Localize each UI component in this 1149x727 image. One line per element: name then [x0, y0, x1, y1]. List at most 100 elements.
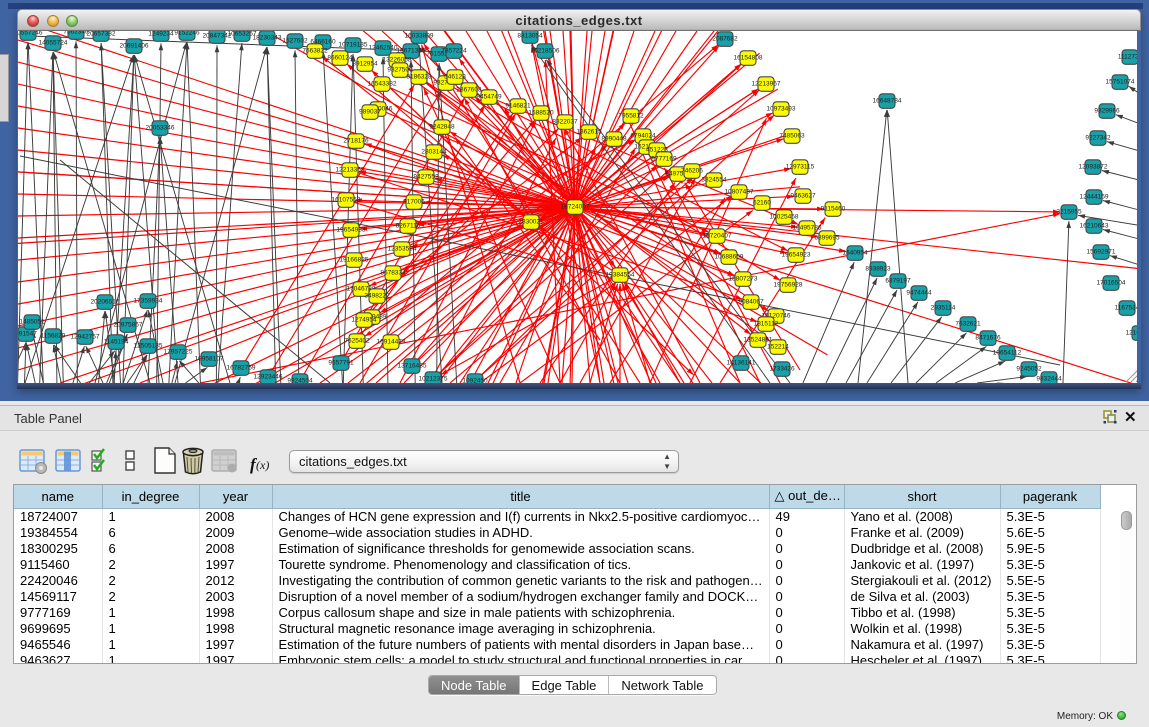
svg-text:8813054: 8813054: [517, 33, 543, 40]
svg-text:14055724: 14055724: [39, 40, 68, 47]
svg-text:20206516: 20206516: [91, 299, 120, 306]
svg-text:1167534: 1167534: [1115, 305, 1137, 312]
svg-text:9777169: 9777169: [651, 156, 677, 163]
svg-text:10958107: 10958107: [195, 356, 224, 363]
svg-text:746206: 746206: [681, 168, 703, 175]
svg-text:62160: 62160: [753, 200, 771, 207]
svg-text:3498222: 3498222: [364, 293, 390, 300]
svg-text:8322037: 8322037: [552, 119, 578, 126]
svg-text:16495786: 16495786: [793, 225, 822, 232]
svg-text:9227342: 9227342: [1085, 135, 1111, 142]
svg-text:10654112: 10654112: [993, 350, 1022, 357]
svg-text:16107553: 16107553: [332, 197, 361, 204]
svg-text:9474444: 9474444: [906, 290, 932, 297]
svg-text:1274954: 1274954: [351, 317, 377, 324]
svg-text:20657382: 20657382: [87, 31, 116, 38]
svg-text:7632621: 7632621: [955, 321, 981, 328]
svg-text:9427552: 9427552: [413, 174, 439, 181]
svg-text:8267110: 8267110: [396, 223, 421, 230]
svg-text:19756928: 19756928: [774, 282, 803, 289]
svg-text:6879197: 6879197: [885, 278, 911, 285]
svg-text:6899695: 6899695: [814, 235, 840, 242]
svg-text:8660124: 8660124: [327, 55, 353, 62]
svg-text:16782759: 16782759: [227, 365, 256, 372]
svg-text:10688609: 10688609: [715, 254, 744, 261]
svg-text:12942757: 12942757: [71, 334, 100, 341]
svg-text:7857224: 7857224: [441, 48, 467, 55]
svg-text:8912954: 8912954: [352, 61, 378, 68]
svg-text:9152246: 9152246: [174, 31, 200, 37]
svg-text:17016504: 17016504: [1097, 280, 1126, 287]
svg-text:10973493: 10973493: [767, 106, 796, 113]
svg-text:12462540: 12462540: [369, 45, 398, 52]
svg-text:152214: 152214: [767, 344, 789, 351]
svg-text:989037: 989037: [359, 109, 381, 116]
svg-text:8990448: 8990448: [601, 136, 627, 143]
svg-text:7485063: 7485063: [779, 133, 805, 140]
svg-text:9329966: 9329966: [1094, 108, 1120, 115]
svg-text:1527602: 1527602: [282, 38, 308, 45]
svg-text:9242848: 9242848: [429, 124, 455, 131]
svg-text:17957225: 17957225: [164, 349, 193, 356]
svg-text:19218506: 19218506: [531, 48, 560, 55]
svg-text:8454749: 8454749: [476, 94, 502, 101]
svg-text:10719135: 10719135: [339, 42, 368, 49]
svg-text:3215955: 3215955: [1056, 209, 1082, 216]
svg-text:16543382: 16543382: [368, 81, 397, 88]
svg-text:12093872: 12093872: [1079, 164, 1108, 171]
svg-text:12353594: 12353594: [388, 246, 417, 253]
svg-text:9115460: 9115460: [821, 206, 846, 213]
svg-text:2803144: 2803144: [421, 149, 447, 156]
svg-text:8678334: 8678334: [380, 270, 406, 277]
svg-text:2087682: 2087682: [712, 36, 738, 43]
svg-text:13524851: 13524851: [744, 337, 773, 344]
svg-text:13716485: 13716485: [398, 363, 427, 370]
svg-text:9327500: 9327500: [387, 67, 413, 74]
svg-text:20975867: 20975867: [114, 322, 143, 329]
svg-text:12973115: 12973115: [786, 164, 815, 171]
svg-text:(x): (x): [256, 458, 269, 472]
svg-text:15751074: 15751074: [1106, 79, 1135, 86]
svg-text:7663822: 7663822: [302, 48, 328, 55]
svg-text:1156829: 1156829: [41, 333, 66, 340]
svg-text:391547: 391547: [18, 331, 37, 338]
svg-text:12213967: 12213967: [752, 81, 781, 88]
svg-text:1588520: 1588520: [528, 110, 554, 117]
svg-text:14136141: 14136141: [727, 360, 756, 367]
svg-text:10025458: 10025458: [770, 214, 799, 221]
svg-text:12444159: 12444159: [1080, 194, 1109, 201]
svg-text:1362615: 1362615: [576, 129, 602, 136]
svg-text:19384554: 19384554: [606, 272, 635, 279]
svg-text:1249234: 1249234: [148, 31, 174, 38]
svg-text:9084067: 9084067: [738, 299, 764, 306]
svg-text:3824554: 3824554: [701, 177, 727, 184]
svg-text:1640954: 1640954: [842, 250, 868, 257]
svg-text:12923446: 12923446: [254, 374, 283, 381]
svg-text:7955812: 7955812: [618, 113, 644, 120]
svg-text:6794024: 6794024: [630, 133, 656, 140]
svg-text:2830021: 2830021: [518, 219, 544, 226]
svg-text:1112733: 1112733: [1118, 54, 1137, 61]
svg-text:1145194: 1145194: [104, 339, 129, 346]
svg-text:12160392: 12160392: [1126, 330, 1137, 337]
svg-text:8938923: 8938923: [865, 266, 891, 273]
svg-text:7562346: 7562346: [63, 31, 89, 36]
svg-text:2867608: 2867608: [456, 87, 482, 94]
svg-text:546123: 546123: [444, 74, 466, 81]
svg-text:8186328: 8186328: [406, 74, 432, 81]
svg-text:9832444: 9832444: [1036, 376, 1062, 383]
svg-text:917006: 917006: [403, 199, 425, 206]
svg-text:15720407: 15720407: [703, 233, 732, 240]
svg-text:17359934: 17359934: [134, 298, 163, 305]
svg-text:19654983: 19654983: [337, 227, 366, 234]
svg-text:1815112: 1815112: [754, 321, 779, 328]
svg-text:16033809: 16033809: [405, 33, 434, 40]
svg-text:16210643: 16210643: [1080, 223, 1109, 230]
svg-text:1485051: 1485051: [19, 319, 45, 326]
svg-text:18807273: 18807273: [729, 276, 758, 283]
svg-text:20053346: 20053346: [146, 125, 175, 132]
svg-text:9245052: 9245052: [1016, 366, 1042, 373]
svg-text:9657791: 9657791: [328, 360, 354, 367]
svg-text:12505135: 12505135: [134, 343, 163, 350]
svg-text:20557246: 20557246: [18, 31, 43, 37]
